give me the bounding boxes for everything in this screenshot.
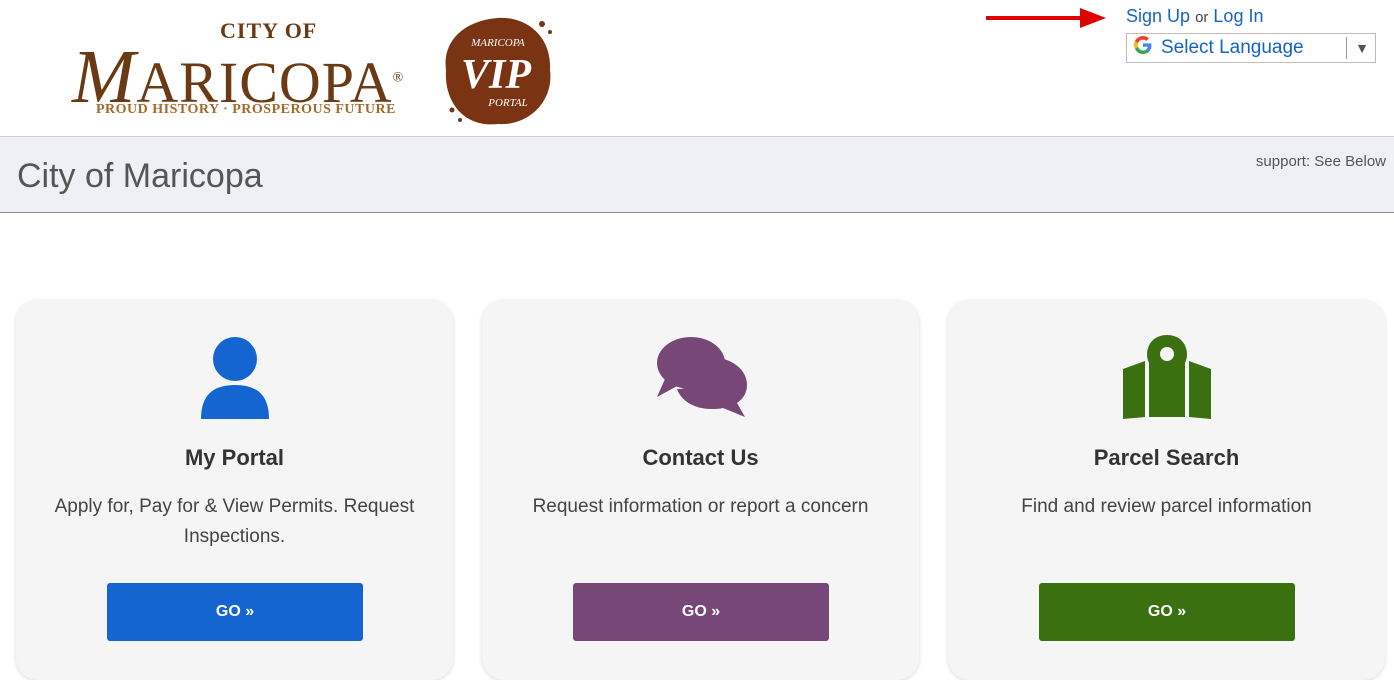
card-title: Parcel Search [1093,445,1240,470]
seal-main-text: VIP [461,52,531,98]
language-divider [1346,37,1348,59]
seal-top-text: MARICOPA [470,37,525,49]
site-header: CITY OF MARICOPA® PROUD HISTORY · PROSPE… [0,0,1394,137]
card-parcel-search: Parcel Search Find and review parcel inf… [948,300,1385,680]
map-pin-icon [948,333,1385,419]
parcel-search-go-button[interactable]: GO » [1039,583,1295,641]
card-title: Contact Us [642,445,759,470]
card-my-portal: My Portal Apply for, Pay for & View Perm… [16,300,453,680]
red-arrow-annotation [986,8,1106,28]
contact-us-go-button[interactable]: GO » [573,583,829,641]
sign-up-link[interactable]: Sign Up [1126,6,1190,26]
page-title: City of Maricopa [17,157,263,195]
card-description: Apply for, Pay for & View Permits. Reque… [54,496,415,547]
card-contact-us: Contact Us Request information or report… [482,300,919,680]
service-cards: My Portal Apply for, Pay for & View Perm… [16,300,1386,680]
my-portal-go-button[interactable]: GO » [107,583,363,641]
card-title: My Portal [184,445,285,470]
auth-or-text: or [1195,9,1209,26]
seal-bottom-text: PORTAL [487,97,528,109]
card-description: Request information or report a concern [532,496,869,517]
card-description: Find and review parcel information [1021,496,1312,517]
user-icon [16,333,453,419]
city-of-maricopa-logo[interactable]: CITY OF MARICOPA® PROUD HISTORY · PROSPE… [20,12,580,127]
vip-portal-seal: MARICOPA VIP PORTAL [445,17,552,125]
account-language-area: Sign Up or Log In Select Language ▼ [986,6,1376,63]
log-in-link[interactable]: Log In [1213,6,1263,26]
google-g-icon [1133,35,1153,61]
select-language-label: Select Language [1161,37,1304,58]
title-band: City of Maricopa support: See Below [0,137,1394,213]
support-text: support: See Below [1255,153,1386,170]
logo-tagline: PROUD HISTORY · PROSPEROUS FUTURE [96,102,396,117]
auth-links: Sign Up or Log In [1126,6,1376,27]
language-select[interactable]: Select Language ▼ [1126,33,1376,63]
chat-bubbles-icon [482,333,919,419]
caret-down-icon: ▼ [1355,40,1369,56]
